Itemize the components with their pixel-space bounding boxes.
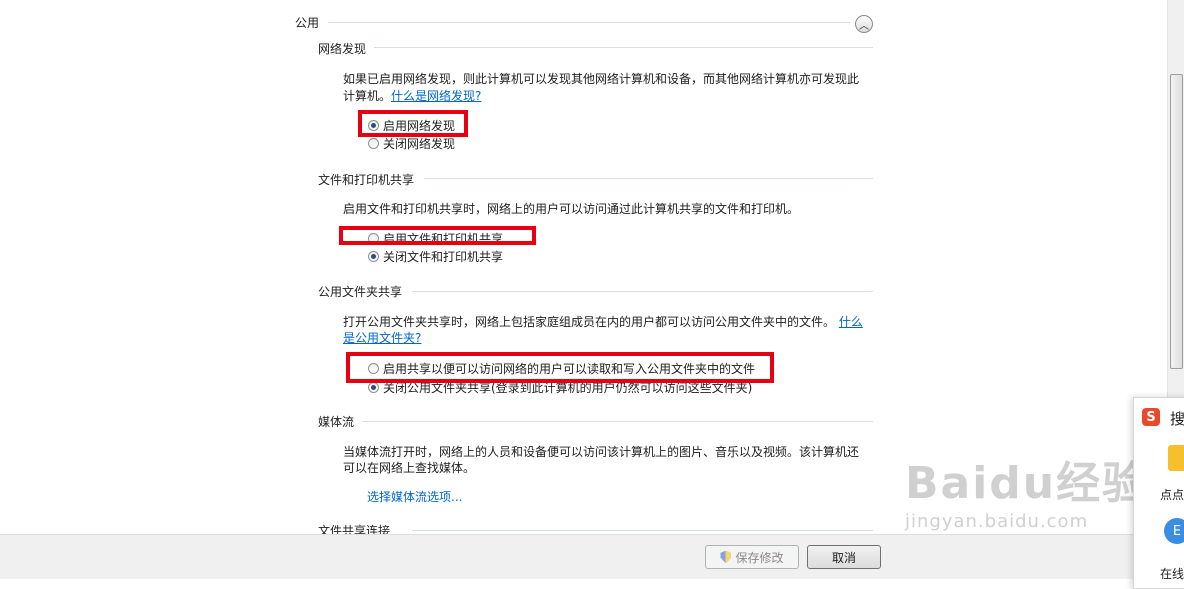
watermark: Baidu经验 jingyan.baidu.com (905, 447, 1148, 532)
media-streaming-options-link[interactable]: 选择媒体流选项... (367, 489, 462, 505)
watermark-brand: Baidu经验 (905, 458, 1149, 509)
radio-button-checked[interactable] (368, 251, 379, 262)
network-discovery-desc-2: 计算机。什么是网络发现? (343, 89, 482, 103)
radio-network-discovery-off[interactable]: 关闭网络发现 (368, 135, 455, 152)
public-folder-sharing-title: 公用文件夹共享 (318, 285, 403, 299)
radio-button[interactable] (368, 138, 379, 149)
media-streaming-divider (362, 421, 873, 422)
highlight-box (346, 352, 774, 383)
media-streaming-title: 媒体流 (318, 415, 355, 429)
sogou-side-panel: S 搜 点点 E 在线 (1133, 397, 1184, 589)
file-printer-sharing-divider (424, 178, 873, 179)
public-folder-sharing-desc: 打开公用文件夹共享时，网络上包括家庭组成员在内的用户都可以访问公用文件夹中的文件… (343, 315, 863, 329)
radio-file-printer-sharing-off[interactable]: 关闭文件和打印机共享 (368, 248, 503, 265)
file-printer-sharing-title: 文件和打印机共享 (318, 173, 415, 187)
file-printer-sharing-desc: 启用文件和打印机共享时，网络上的用户可以访问通过此计算机共享的文件和打印机。 (343, 202, 800, 216)
highlight-box (358, 110, 468, 137)
public-folder-sharing-divider (412, 291, 873, 292)
radio-button-checked[interactable] (368, 382, 379, 393)
scroll-thumb[interactable] (1170, 74, 1183, 369)
public-folder-help-link[interactable]: 什么 (839, 315, 863, 329)
e-icon[interactable]: E (1164, 518, 1184, 544)
save-button[interactable]: 保存修改 (705, 545, 799, 569)
chevron-up-icon: ︿ (859, 20, 869, 32)
footer-bar: 保存修改 取消 (0, 534, 1167, 579)
uac-shield-icon (720, 550, 732, 564)
highlight-box (339, 226, 536, 245)
section-divider (328, 22, 850, 23)
side-panel-item-2[interactable]: 在线 (1160, 565, 1184, 582)
side-panel-title: 搜 (1170, 410, 1184, 428)
cancel-button[interactable]: 取消 (807, 545, 881, 569)
watermark-url: jingyan.baidu.com (905, 511, 1089, 532)
network-discovery-title: 网络发现 (318, 42, 367, 56)
media-streaming-desc-2: 可以在网络上查找媒体。 (343, 461, 476, 475)
media-streaming-desc: 当媒体流打开时，网络上的人员和设备便可以访问该计算机上的图片、音乐以及视频。该计… (343, 445, 860, 459)
sogou-logo-icon[interactable]: S (1142, 408, 1160, 426)
section-title: 公用 (295, 16, 320, 30)
side-panel-item-1[interactable]: 点点 (1160, 486, 1184, 503)
file-sharing-connections-divider (412, 530, 873, 531)
network-discovery-divider (374, 47, 873, 48)
network-discovery-help-link[interactable]: 什么是网络发现? (391, 89, 481, 103)
collapse-button[interactable]: ︿ (855, 15, 873, 33)
notes-icon[interactable] (1168, 445, 1184, 471)
public-folder-help-link-2: 是公用文件夹? (343, 331, 422, 345)
network-discovery-desc: 如果已启用网络发现，则此计算机可以发现其他网络计算机和设备，而其他网络计算机亦可… (343, 72, 860, 86)
